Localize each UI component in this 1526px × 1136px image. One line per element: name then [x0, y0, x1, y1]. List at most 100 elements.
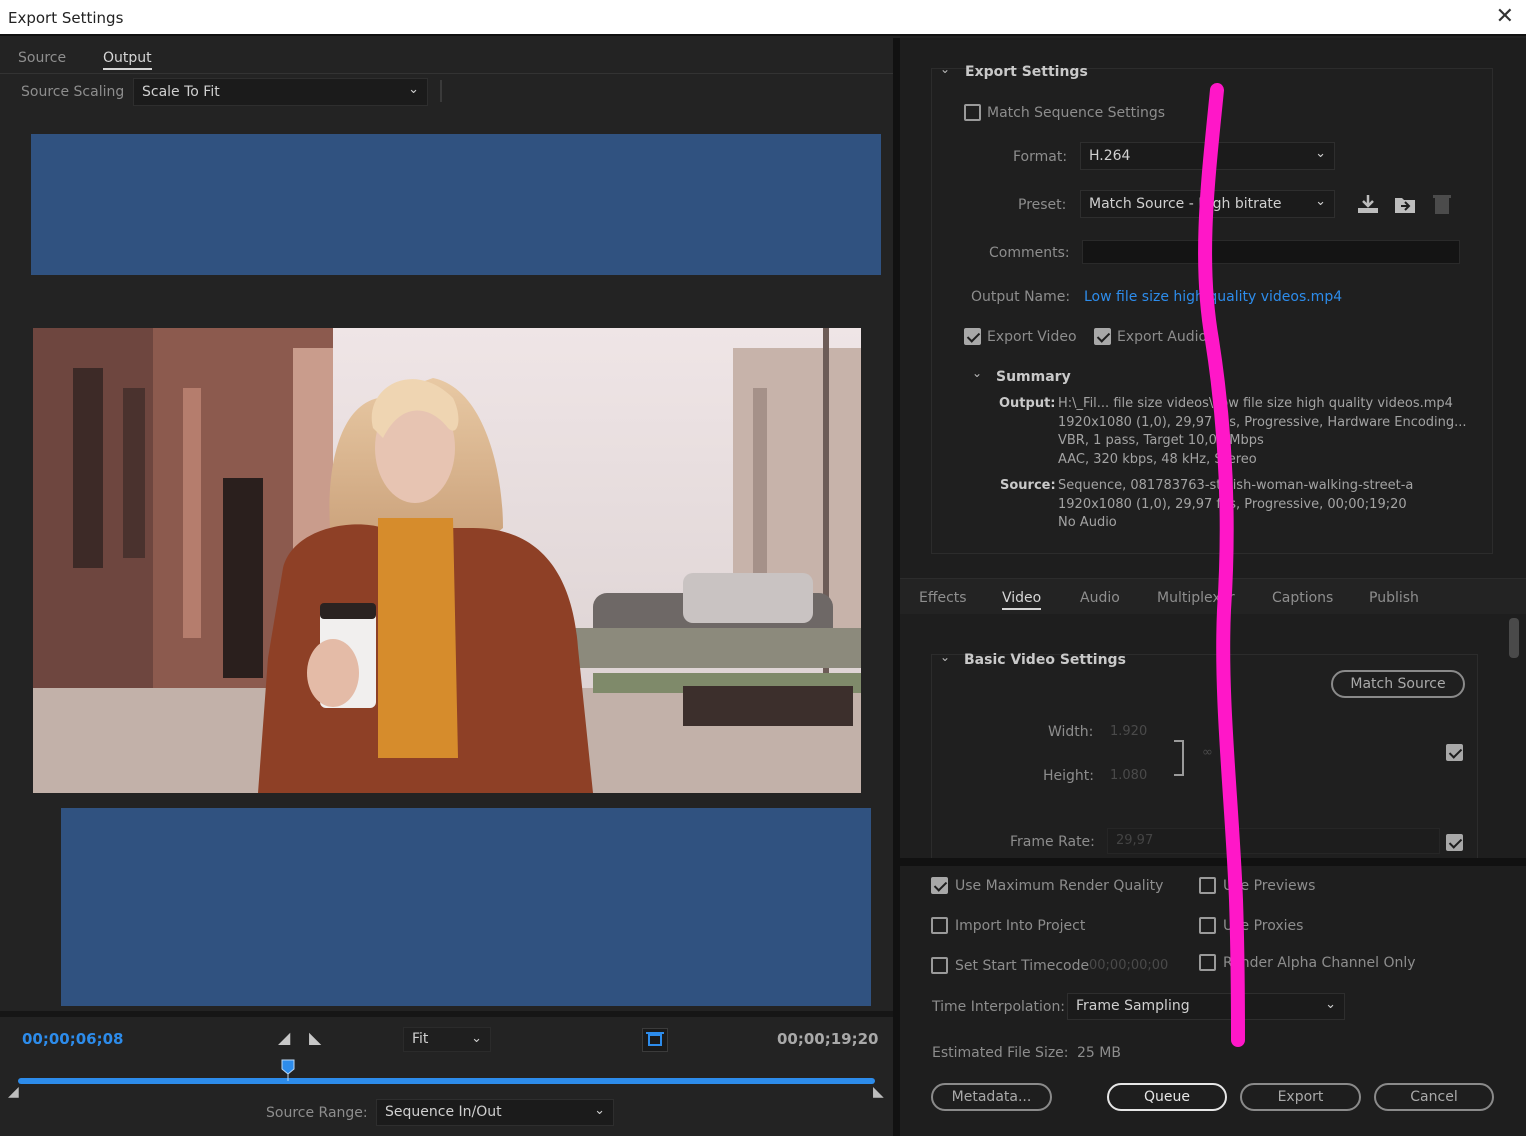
comments-input[interactable]	[1082, 240, 1460, 264]
chevron-down-icon: ⌄	[1315, 146, 1326, 161]
format-dropdown[interactable]: H.264 ⌄	[1080, 142, 1335, 170]
export-settings-heading: Export Settings	[965, 64, 1088, 80]
width-input[interactable]: 1.920	[1110, 724, 1147, 739]
save-preset-icon[interactable]	[1356, 193, 1380, 215]
tab-captions[interactable]: Captions	[1272, 590, 1333, 606]
export-audio-label: Export Audio	[1117, 329, 1208, 345]
queue-button[interactable]: Queue	[1107, 1083, 1227, 1111]
timeline-separator	[0, 1011, 893, 1017]
chain-link-icon[interactable]: ∞	[1202, 745, 1213, 760]
zoom-dropdown[interactable]: Fit ⌄	[403, 1027, 491, 1052]
video-frame-preview	[33, 328, 861, 793]
import-into-project-checkbox[interactable]	[931, 917, 948, 934]
tab-publish[interactable]: Publish	[1369, 590, 1419, 606]
chevron-down-icon[interactable]: ⌄	[940, 62, 950, 76]
width-label: Width:	[1048, 724, 1094, 740]
tab-divider	[0, 73, 893, 74]
link-bracket	[1174, 740, 1184, 776]
summary-output-label: Output:	[999, 396, 1056, 411]
format-label: Format:	[1013, 149, 1068, 165]
tab-video[interactable]: Video	[1002, 590, 1042, 610]
tab-output[interactable]: Output	[103, 50, 152, 70]
source-range-dropdown[interactable]: Sequence In/Out ⌄	[376, 1099, 614, 1126]
export-video-checkbox[interactable]	[964, 328, 981, 345]
time-interpolation-label: Time Interpolation:	[932, 999, 1066, 1015]
use-previews-label: Use Previews	[1223, 878, 1316, 894]
match-sequence-checkbox[interactable]	[964, 104, 981, 121]
use-proxies-label: Use Proxies	[1223, 918, 1304, 934]
source-scaling-dropdown[interactable]: Scale To Fit ⌄	[133, 78, 428, 106]
source-range-label: Source Range:	[266, 1105, 368, 1121]
summary-line: 1920x1080 (1,0), 29,97 fps, Progressive,…	[1058, 496, 1407, 512]
summary-line: H:\_Fil... file size videos\Low file siz…	[1058, 396, 1453, 411]
set-start-timecode-label: Set Start Timecode	[955, 958, 1090, 974]
chevron-down-icon: ⌄	[594, 1103, 605, 1118]
time-interpolation-value: Frame Sampling	[1076, 998, 1190, 1014]
frame-rate-dropdown[interactable]: 29,97	[1107, 828, 1440, 854]
chevron-down-icon[interactable]: ⌄	[940, 650, 950, 664]
window-titlebar: Export Settings ✕	[0, 0, 1526, 36]
tab-source[interactable]: Source	[18, 50, 66, 66]
set-in-point-icon[interactable]: ◢	[278, 1028, 290, 1047]
panel-divider[interactable]	[893, 38, 900, 1136]
chevron-down-icon: ⌄	[471, 1031, 482, 1046]
match-source-button[interactable]: Match Source	[1331, 670, 1465, 698]
set-start-timecode-checkbox[interactable]	[931, 957, 948, 974]
time-interpolation-dropdown[interactable]: Frame Sampling ⌄	[1067, 993, 1345, 1020]
override-size-checkbox[interactable]	[1446, 744, 1463, 761]
delete-preset-icon[interactable]	[1432, 193, 1452, 215]
end-timecode: 00;00;19;20	[777, 1030, 879, 1048]
max-render-quality-checkbox[interactable]	[931, 877, 948, 894]
basic-video-heading: Basic Video Settings	[964, 652, 1126, 668]
settings-panel: ⌄ Export Settings Match Sequence Setting…	[900, 38, 1526, 1136]
close-icon[interactable]: ✕	[1496, 4, 1514, 29]
import-preset-icon[interactable]	[1393, 193, 1417, 215]
cancel-button[interactable]: Cancel	[1374, 1083, 1494, 1111]
render-alpha-label: Render Alpha Channel Only	[1223, 955, 1416, 971]
override-framerate-checkbox[interactable]	[1446, 834, 1463, 851]
metadata-button[interactable]: Metadata...	[931, 1083, 1052, 1111]
export-audio-checkbox[interactable]	[1094, 328, 1111, 345]
use-previews-checkbox[interactable]	[1199, 877, 1216, 894]
tab-audio[interactable]: Audio	[1080, 590, 1120, 606]
use-proxies-checkbox[interactable]	[1199, 917, 1216, 934]
start-timecode-input[interactable]: 00;00;00;00	[1089, 958, 1168, 973]
playhead-handle[interactable]	[281, 1059, 295, 1081]
tab-effects[interactable]: Effects	[919, 590, 967, 606]
summary-line: Sequence, 081783763-stylish-woman-walkin…	[1058, 478, 1414, 493]
aspect-toggle-icon[interactable]	[642, 1028, 668, 1052]
output-name-link[interactable]: Low file size high quality videos.mp4	[1084, 289, 1342, 305]
summary-line: 1920x1080 (1,0), 29,97 fps, Progressive,…	[1058, 414, 1467, 430]
chevron-down-icon[interactable]: ⌄	[972, 366, 982, 380]
height-input[interactable]: 1.080	[1110, 768, 1147, 783]
out-point-handle[interactable]: ◣	[873, 1084, 884, 1100]
toolbar-separator	[440, 80, 442, 102]
chevron-down-icon: ⌄	[1311, 194, 1326, 209]
scrollbar-thumb[interactable]	[1509, 618, 1519, 658]
match-sequence-label: Match Sequence Settings	[987, 105, 1166, 121]
preset-dropdown[interactable]: Match Source - High bitrate ⌄	[1080, 190, 1335, 218]
height-label: Height:	[1043, 768, 1094, 784]
letterbox-bottom	[61, 808, 871, 1006]
window-title: Export Settings	[8, 9, 124, 27]
timeline-track[interactable]	[18, 1078, 875, 1084]
preset-label: Preset:	[1018, 197, 1067, 213]
output-name-label: Output Name:	[971, 289, 1071, 305]
source-range-value: Sequence In/Out	[385, 1104, 502, 1120]
zoom-value: Fit	[412, 1031, 429, 1047]
preset-value: Match Source - High bitrate	[1089, 196, 1282, 212]
render-alpha-checkbox[interactable]	[1199, 954, 1216, 971]
tab-multiplexer[interactable]: Multiplexer	[1157, 590, 1235, 606]
summary-source-lines: Sequence, 081783763-stylish-woman-walkin…	[1058, 477, 1413, 533]
set-out-point-icon[interactable]: ◣	[309, 1028, 321, 1047]
in-point-handle[interactable]: ◢	[8, 1084, 19, 1100]
summary-heading: Summary	[996, 369, 1071, 385]
summary-output-lines: H:\_Fil... file size videos\Low file siz…	[1058, 395, 1467, 469]
frame-rate-value: 29,97	[1116, 833, 1154, 848]
source-scaling-label: Source Scaling	[21, 84, 125, 100]
format-value: H.264	[1089, 148, 1131, 164]
current-timecode[interactable]: 00;00;06;08	[22, 1030, 124, 1048]
preview-panel: Source Output Source Scaling Scale To Fi…	[0, 38, 896, 1136]
summary-line: No Audio	[1058, 515, 1117, 530]
export-button[interactable]: Export	[1240, 1083, 1361, 1111]
